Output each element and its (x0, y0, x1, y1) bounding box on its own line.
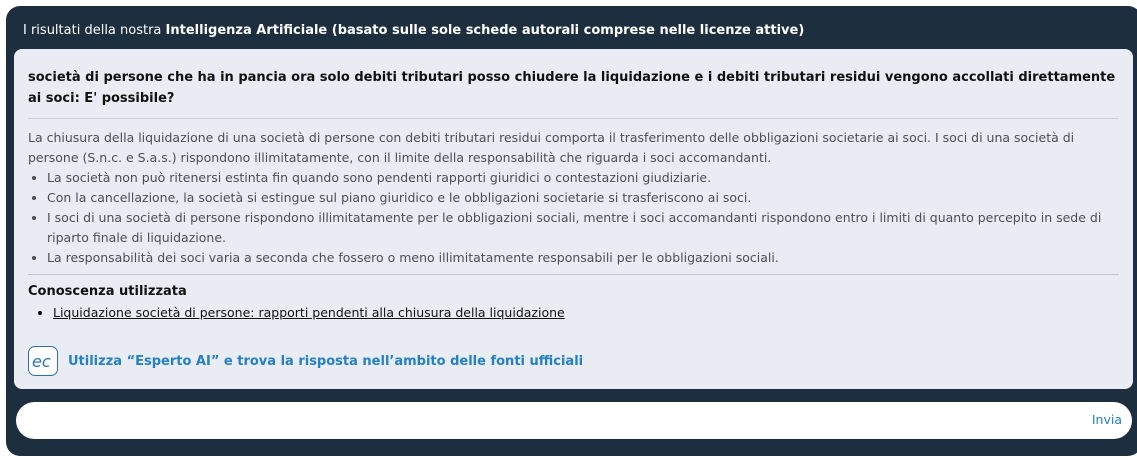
answer-bullet: La responsabilità dei soci varia a secon… (47, 248, 1119, 268)
divider (28, 274, 1119, 275)
question-input-bar: Invia (16, 402, 1132, 439)
answer-bullet: I soci di una società di persone rispond… (47, 208, 1119, 248)
knowledge-list: Liquidazione società di persone: rapport… (28, 304, 1119, 322)
panel-header: I risultati della nostra Intelligenza Ar… (23, 22, 1122, 40)
knowledge-item: Liquidazione società di persone: rapport… (53, 304, 1119, 322)
knowledge-title: Conoscenza utilizzata (28, 284, 187, 299)
esperto-ai-cta[interactable]: ec Utilizza “Esperto AI” e trova la risp… (28, 346, 1119, 376)
header-bold-title: Intelligenza Artificiale (basato sulle s… (165, 23, 805, 38)
question-input[interactable] (32, 408, 1066, 435)
answer-bullets: La società non può ritenersi estinta fin… (28, 168, 1119, 268)
send-button[interactable]: Invia (1092, 412, 1122, 427)
header-prefix: I risultati della nostra (23, 23, 166, 38)
knowledge-link[interactable]: Liquidazione società di persone: rapport… (53, 305, 565, 320)
answer-intro: La chiusura della liquidazione di una so… (28, 130, 1075, 165)
answer-bullet: La società non può ritenersi estinta fin… (47, 168, 1119, 188)
ai-results-panel: I risultati della nostra Intelligenza Ar… (6, 6, 1137, 456)
divider (28, 118, 1119, 119)
svg-text:ec: ec (32, 352, 51, 371)
answer-body: La chiusura della liquidazione di una so… (28, 128, 1119, 268)
answer-card: società di persone che ha in pancia ora … (14, 49, 1133, 389)
question-text: società di persone che ha in pancia ora … (28, 70, 1116, 106)
answer-bullet: Con la cancellazione, la società si esti… (47, 188, 1119, 208)
esperto-logo-icon: ec (28, 346, 58, 376)
ec-logo-icon: ec (32, 352, 51, 371)
esperto-ai-link[interactable]: Utilizza “Esperto AI” e trova la rispost… (68, 354, 583, 369)
